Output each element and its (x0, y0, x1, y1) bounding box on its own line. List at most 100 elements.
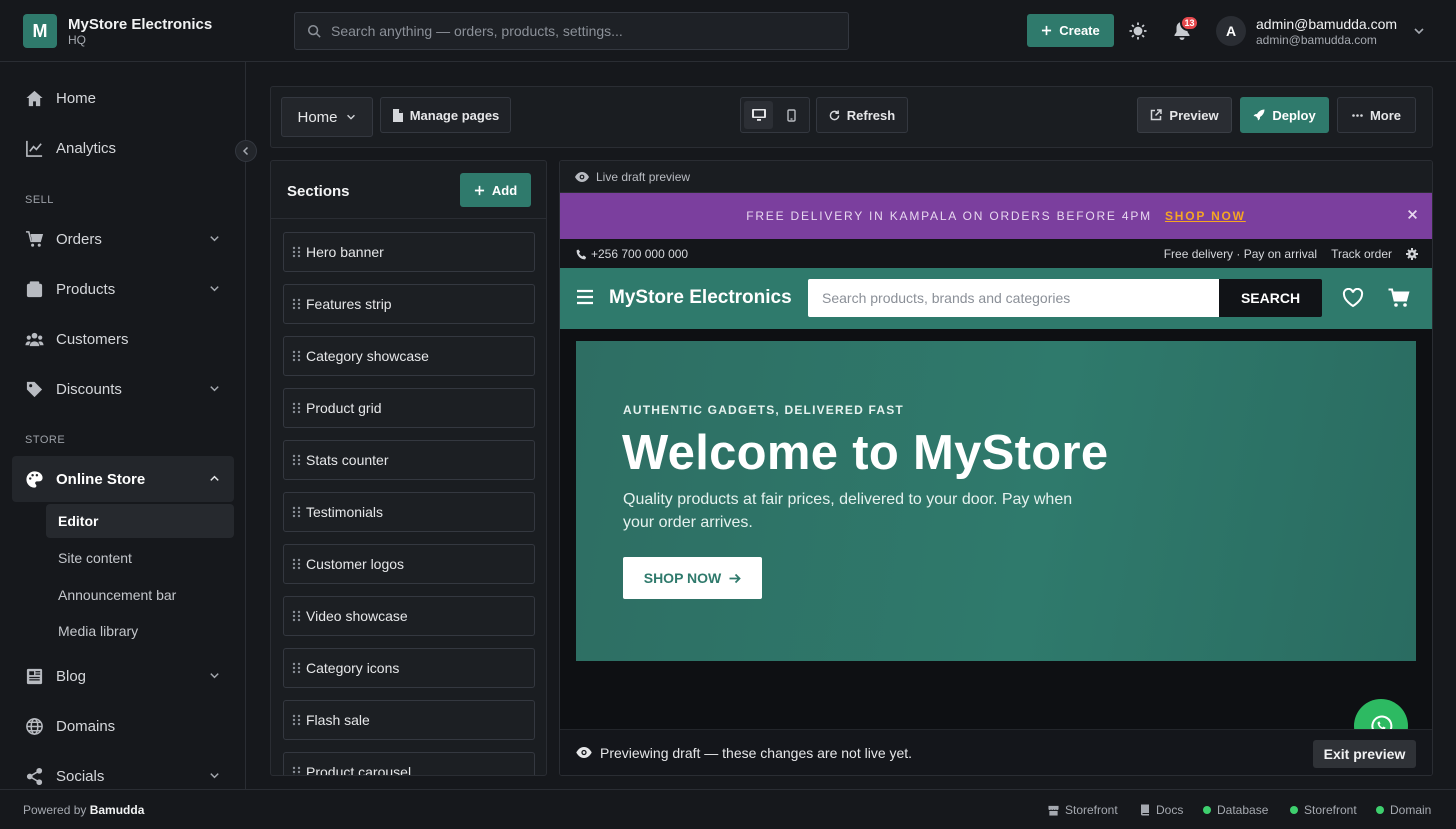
drag-handle-icon[interactable] (292, 558, 301, 570)
store-logo[interactable]: M (23, 14, 57, 48)
footer-storefront-link[interactable]: Storefront (1048, 803, 1118, 817)
status-dot (1203, 806, 1211, 814)
settings-gear-icon[interactable] (1406, 248, 1418, 260)
newspaper-icon (26, 668, 43, 684)
live-preview-panel: Live draft preview FREE DELIVERY IN KAMP… (559, 160, 1433, 776)
drag-handle-icon[interactable] (292, 714, 301, 726)
section-item[interactable]: Product grid (283, 388, 535, 428)
chevron-left-icon (242, 146, 249, 156)
section-item[interactable]: Category showcase (283, 336, 535, 376)
user-menu-chevron-down-icon[interactable] (1412, 24, 1426, 38)
drag-handle-icon[interactable] (292, 454, 301, 466)
chevron-down-icon (210, 673, 219, 679)
section-item[interactable]: Features strip (283, 284, 535, 324)
heart-icon[interactable] (1342, 288, 1364, 308)
sidebar-item-customers[interactable]: Customers (12, 316, 234, 362)
sidebar-item-orders[interactable]: Orders (12, 216, 234, 262)
drag-handle-icon[interactable] (292, 766, 301, 776)
home-icon (26, 90, 43, 106)
drag-handle-icon[interactable] (292, 610, 301, 622)
sidebar-collapse-button[interactable] (235, 140, 257, 162)
close-icon[interactable] (1407, 209, 1418, 220)
sidebar-item-label: Products (56, 280, 116, 298)
sidebar-subitem-media-library[interactable]: Media library (46, 614, 234, 648)
section-item[interactable]: Testimonials (283, 492, 535, 532)
create-button[interactable]: Create (1027, 14, 1114, 47)
sidebar-subitem-site-content[interactable]: Site content (46, 541, 234, 575)
powered-brand[interactable]: Bamudda (90, 803, 145, 817)
sidebar-item-domains[interactable]: Domains (12, 703, 234, 749)
hero-banner: AUTHENTIC GADGETS, DELIVERED FAST Welcom… (576, 341, 1416, 661)
more-horizontal-icon (1352, 113, 1363, 117)
phone-contact[interactable]: +256 700 000 000 (576, 247, 688, 261)
footer-storefront-label: Storefront (1065, 803, 1118, 817)
desktop-view-button[interactable] (744, 101, 773, 129)
sidebar-item-online-store[interactable]: Online Store (12, 456, 234, 502)
preview-header: Live draft preview (560, 161, 1432, 193)
page-select[interactable]: Home (281, 97, 373, 137)
share-icon (26, 767, 43, 785)
store-name[interactable]: MyStore Electronics (68, 16, 212, 33)
section-item[interactable]: Stats counter (283, 440, 535, 480)
section-item[interactable]: Product carousel (283, 752, 535, 776)
plus-icon (1042, 25, 1052, 36)
palette-icon (26, 470, 43, 488)
announcement-bar: FREE DELIVERY IN KAMPALA ON ORDERS BEFOR… (560, 193, 1432, 239)
sidebar-item-products[interactable]: Products (12, 266, 234, 312)
more-button[interactable]: More (1337, 97, 1416, 133)
footer-docs-link[interactable]: Docs (1140, 803, 1183, 817)
preview-button[interactable]: Preview (1137, 97, 1232, 133)
track-order-link[interactable]: Track order (1331, 247, 1392, 261)
storefront-search-button[interactable]: SEARCH (1219, 279, 1322, 317)
section-item-label: Category icons (306, 660, 400, 676)
storefront-search-input[interactable]: Search products, brands and categories (808, 279, 1220, 317)
drag-handle-icon[interactable] (292, 662, 301, 674)
avatar[interactable]: A (1216, 16, 1246, 46)
mobile-view-button[interactable] (777, 101, 806, 129)
drag-handle-icon[interactable] (292, 402, 301, 414)
draft-notice-bar: Previewing draft — these changes are not… (560, 729, 1432, 775)
status-database-label: Database (1217, 803, 1269, 817)
sidebar-item-home[interactable]: Home (12, 75, 234, 121)
sidebar-item-discounts[interactable]: Discounts (12, 366, 234, 412)
global-search[interactable]: Search anything — orders, products, sett… (294, 12, 849, 50)
sidebar-item-socials[interactable]: Socials (12, 753, 234, 789)
sidebar-item-analytics[interactable]: Analytics (12, 125, 234, 171)
drag-handle-icon[interactable] (292, 298, 301, 310)
sidebar-subitem-editor[interactable]: Editor (46, 504, 234, 538)
hero-shop-now-button[interactable]: SHOP NOW (623, 557, 762, 599)
section-item[interactable]: Flash sale (283, 700, 535, 740)
cart-icon[interactable] (1388, 288, 1410, 308)
sidebar-subitem-announcement-bar[interactable]: Announcement bar (46, 578, 234, 612)
announcement-shop-now-link[interactable]: SHOP NOW (1165, 209, 1246, 223)
theme-toggle-button[interactable] (1128, 21, 1148, 41)
section-item[interactable]: Video showcase (283, 596, 535, 636)
drag-handle-icon[interactable] (292, 506, 301, 518)
drag-handle-icon[interactable] (292, 246, 301, 258)
refresh-button[interactable]: Refresh (816, 97, 908, 133)
storefront-header: MyStore Electronics Search products, bra… (560, 268, 1432, 329)
section-item[interactable]: Hero banner (283, 232, 535, 272)
section-item[interactable]: Customer logos (283, 544, 535, 584)
sun-icon (1129, 22, 1147, 40)
deploy-button[interactable]: Deploy (1240, 97, 1329, 133)
plus-icon (474, 185, 484, 195)
phone-icon (576, 248, 587, 259)
add-section-label: Add (491, 182, 518, 198)
storefront-name[interactable]: MyStore Electronics (609, 287, 792, 309)
manage-pages-button[interactable]: Manage pages (380, 97, 511, 133)
sidebar-item-label: Customers (56, 330, 129, 348)
exit-preview-button[interactable]: Exit preview (1313, 740, 1416, 768)
utility-links: Free delivery · Pay on arrival Track ord… (1164, 247, 1418, 261)
sidebar: Home Analytics SELL Orders Products Cust… (0, 62, 246, 789)
section-item[interactable]: Category icons (283, 648, 535, 688)
menu-icon[interactable] (576, 288, 594, 306)
sidebar-item-blog[interactable]: Blog (12, 653, 234, 699)
file-icon (392, 108, 403, 122)
draft-notice-text: Previewing draft — these changes are not… (600, 744, 913, 761)
add-section-button[interactable]: Add (460, 173, 531, 207)
sections-panel: Sections Add Hero banner Features strip Ca… (270, 160, 547, 776)
sidebar-section-sell: SELL (25, 194, 54, 206)
user-name[interactable]: admin@bamudda.com (1256, 16, 1397, 32)
drag-handle-icon[interactable] (292, 350, 301, 362)
